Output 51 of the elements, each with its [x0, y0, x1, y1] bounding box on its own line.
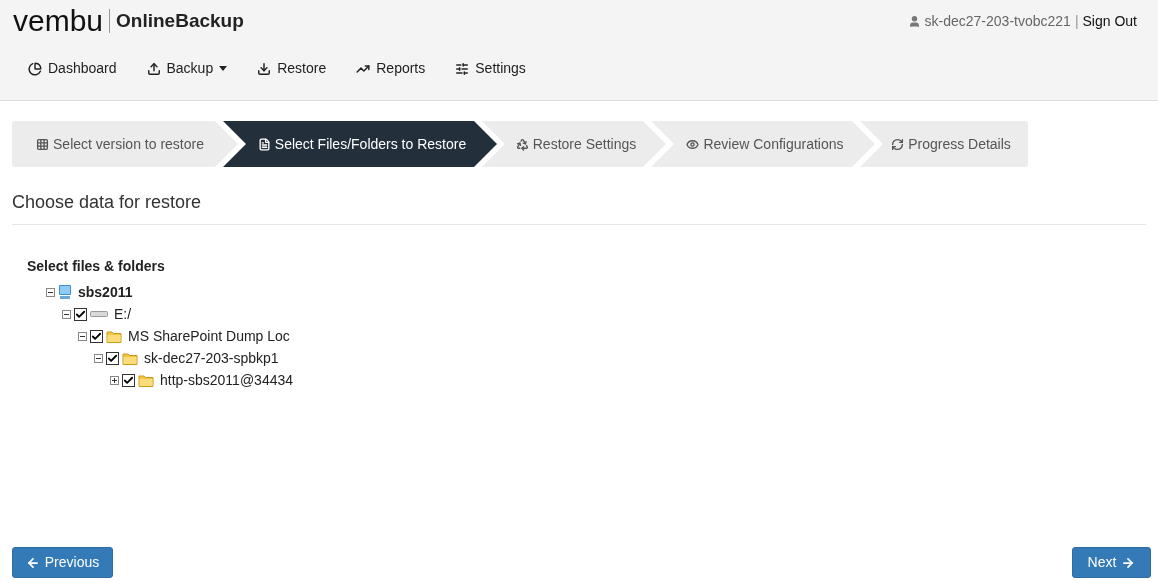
folder-icon: [122, 351, 138, 365]
checkbox[interactable]: [90, 329, 103, 343]
separator: |: [1074, 12, 1079, 31]
tree-item-label[interactable]: sk-dec27-203-spbkp1: [144, 347, 279, 369]
tree-item-label[interactable]: http-sbs2011@34434: [160, 369, 294, 391]
checkbox[interactable]: [74, 307, 87, 321]
drive-icon: [90, 310, 108, 318]
nav-item[interactable]: Reports: [356, 58, 426, 79]
collapse-icon[interactable]: [62, 309, 71, 319]
recycle-icon: [515, 137, 529, 151]
tree-title: Select files & folders: [27, 257, 166, 276]
wizard-step[interactable]: Select version to restore: [12, 121, 238, 167]
collapse-icon[interactable]: [46, 287, 55, 297]
pie-chart-icon: [28, 61, 42, 76]
nav-item[interactable]: Dashboard: [28, 58, 117, 79]
wizard-step[interactable]: Progress Details: [860, 121, 1028, 167]
arrow-left-icon: [25, 555, 40, 570]
folder-icon: [138, 373, 154, 387]
previous-button[interactable]: Previous: [12, 547, 113, 578]
computer-icon: [58, 284, 72, 300]
nav-item[interactable]: Backup: [146, 58, 228, 79]
nav-item[interactable]: Settings: [455, 58, 526, 79]
collapse-icon[interactable]: [94, 353, 103, 363]
logo-brand: vembu: [13, 6, 104, 36]
caret-icon: [219, 66, 228, 71]
tree-item-label[interactable]: MS SharePoint Dump Loc: [128, 325, 290, 347]
download-icon: [257, 61, 272, 76]
section-title: Choose data for restore: [12, 191, 203, 214]
wizard-step[interactable]: Review Configurations: [651, 121, 875, 167]
arrow-right-icon: [1121, 555, 1136, 570]
wizard-step[interactable]: Restore Settings: [482, 121, 666, 167]
sign-out-link[interactable]: Sign Out: [1082, 11, 1137, 32]
user-icon: [907, 15, 921, 28]
upload-icon: [146, 61, 161, 76]
nav-item[interactable]: Restore: [257, 58, 327, 79]
wizard-step[interactable]: Select Files/Folders to Restore: [223, 121, 497, 167]
collapse-icon[interactable]: [78, 331, 87, 341]
eye-icon: [686, 137, 700, 151]
tree-item-label[interactable]: E:/: [114, 303, 132, 325]
sliders-icon: [455, 61, 470, 76]
grid-icon: [36, 137, 49, 151]
file-icon: [257, 137, 271, 151]
refresh-icon: [891, 137, 905, 151]
logo-product: OnlineBackup: [116, 8, 244, 33]
user-name: sk-dec27-203-tvobc221: [924, 12, 1071, 31]
checkbox[interactable]: [106, 351, 119, 365]
tree-item-label[interactable]: sbs2011: [78, 281, 133, 303]
checkbox[interactable]: [122, 373, 135, 387]
expand-icon[interactable]: [110, 375, 119, 385]
folder-icon: [106, 329, 122, 343]
next-button[interactable]: Next: [1072, 547, 1151, 578]
